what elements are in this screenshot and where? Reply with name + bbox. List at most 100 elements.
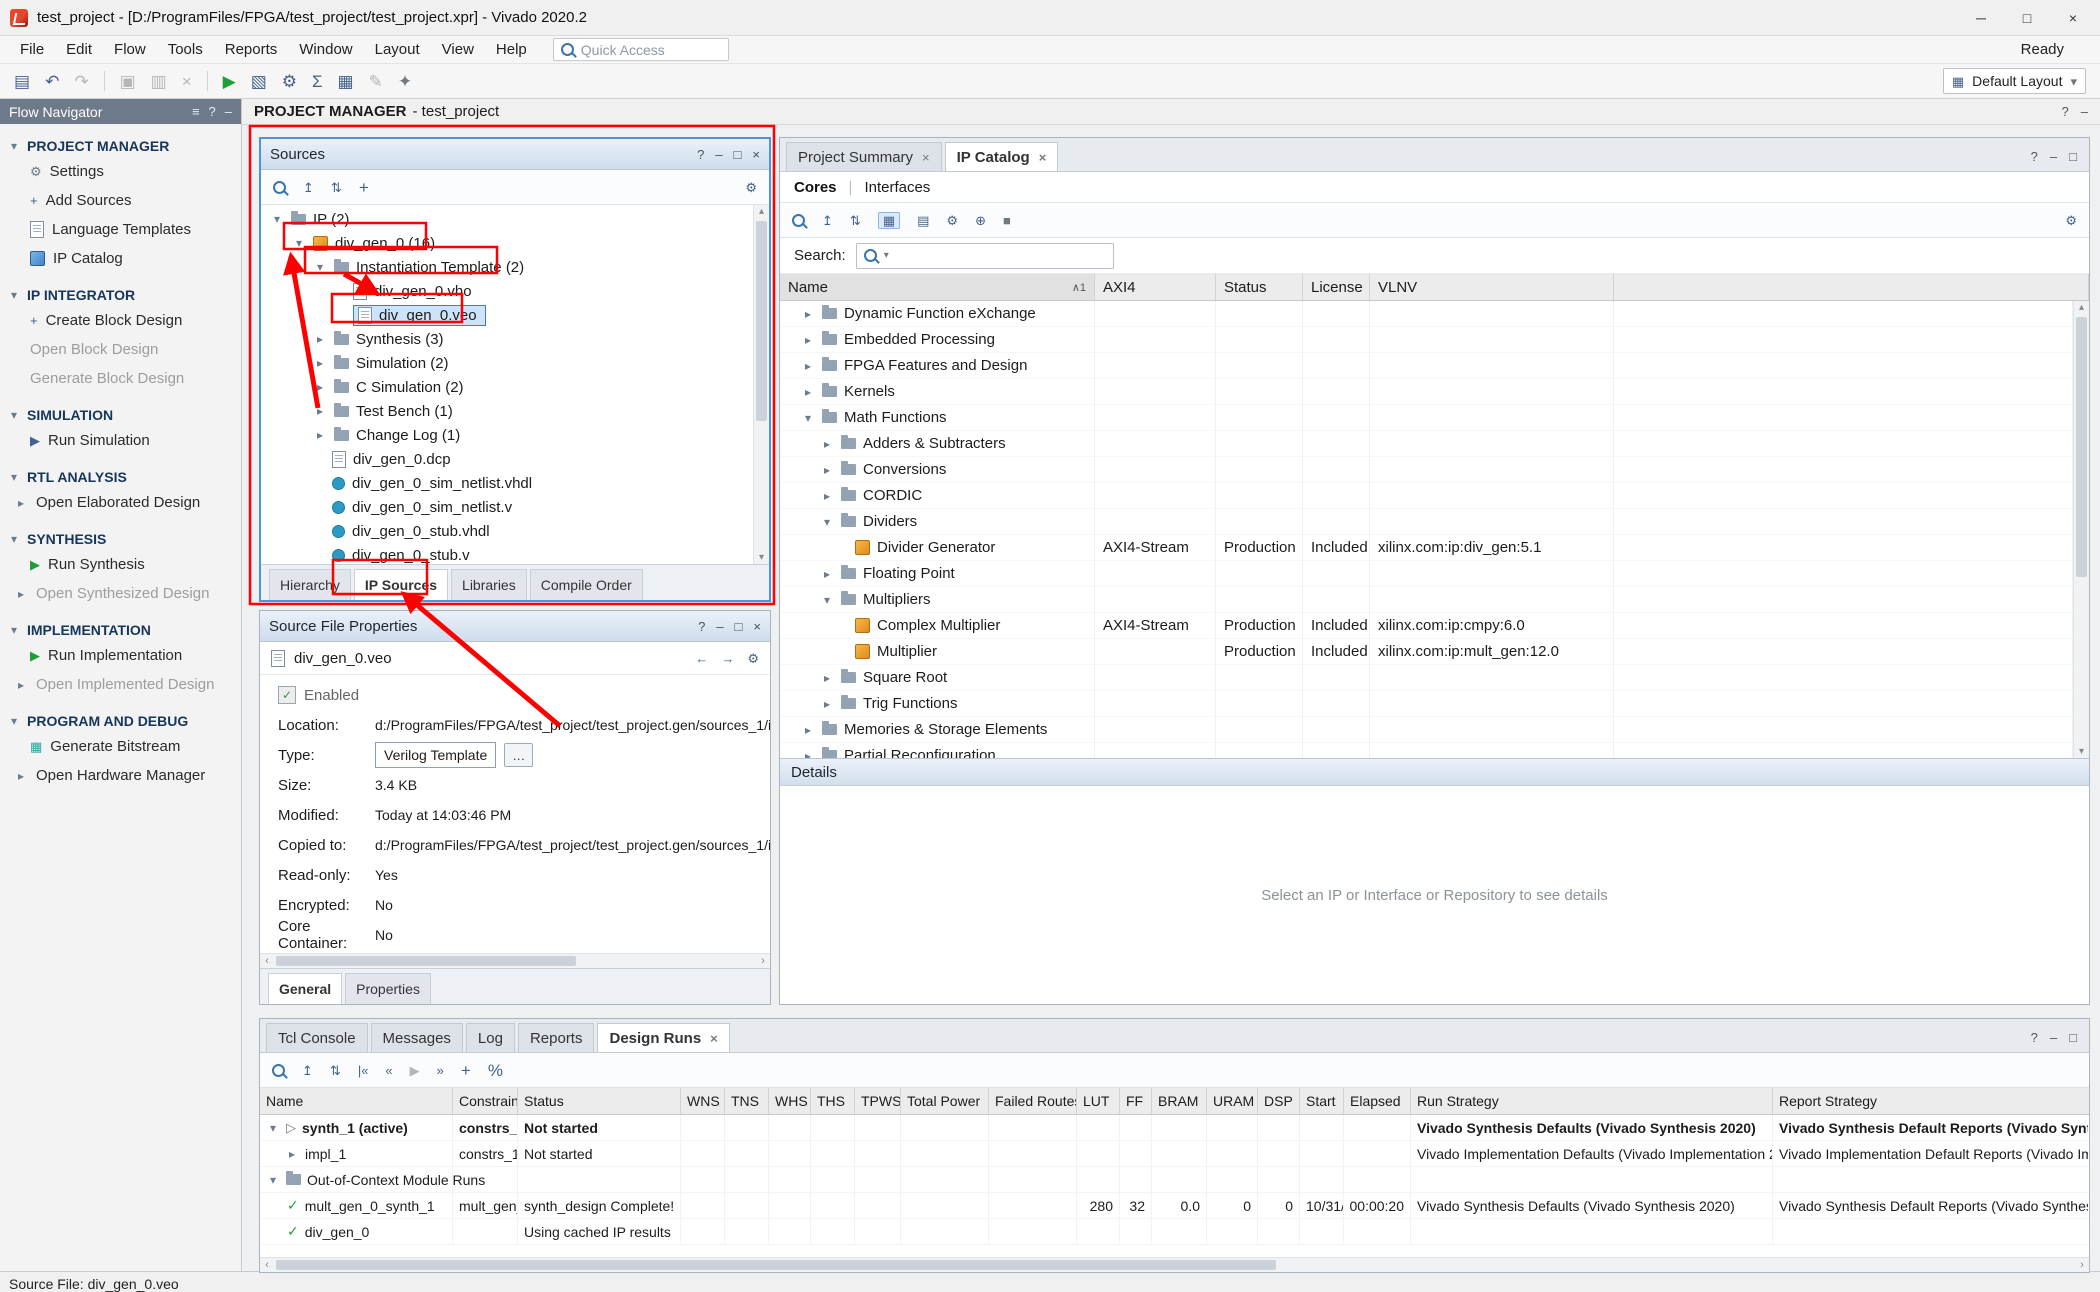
tree-item-stub-v[interactable]: div_gen_0_stub.v xyxy=(261,543,753,564)
chevron-right-icon[interactable]: ▸ xyxy=(313,356,327,370)
help-icon[interactable]: ? xyxy=(209,104,216,119)
ipc-row-multiplier[interactable]: Multiplier Production Included xilinx.co… xyxy=(780,639,2073,665)
maximize-icon[interactable]: □ xyxy=(734,147,742,162)
tree-item-synthesis[interactable]: ▸ Synthesis (3) xyxy=(261,327,753,351)
ipc-row-embedded-processing[interactable]: ▸Embedded Processing xyxy=(780,327,2073,353)
column-elapsed[interactable]: Elapsed xyxy=(1344,1088,1411,1114)
settings-icon[interactable]: ⚙ xyxy=(282,73,297,90)
run-row-impl-1[interactable]: ▸impl_1 constrs_1 Not started Vivado Imp… xyxy=(260,1141,2089,1167)
subtab-interfaces[interactable]: Interfaces xyxy=(864,179,930,196)
tab-compile-order[interactable]: Compile Order xyxy=(530,569,643,600)
horizontal-scrollbar[interactable]: ‹ › xyxy=(260,953,770,968)
ipc-row-square-root[interactable]: ▸Square Root xyxy=(780,665,2073,691)
column-lut[interactable]: LUT xyxy=(1077,1088,1120,1114)
back-icon[interactable]: ← xyxy=(695,652,708,665)
search-icon[interactable] xyxy=(272,1064,285,1077)
nav-item-run-implementation[interactable]: ▶ Run Implementation xyxy=(0,641,241,670)
column-status[interactable]: Status xyxy=(1216,274,1303,300)
ipc-row-partial-reconfiguration[interactable]: ▸Partial Reconfiguration xyxy=(780,743,2073,758)
ipc-row-fpga-features[interactable]: ▸FPGA Features and Design xyxy=(780,353,2073,379)
subtab-cores[interactable]: Cores xyxy=(794,179,837,196)
collapse-all-icon[interactable]: ↥ xyxy=(302,1064,313,1077)
minimize-icon[interactable]: – xyxy=(225,104,232,119)
scroll-down-icon[interactable]: ▾ xyxy=(2074,746,2089,757)
tab-libraries[interactable]: Libraries xyxy=(451,569,527,600)
close-icon[interactable]: × xyxy=(752,147,760,162)
column-total-power[interactable]: Total Power xyxy=(901,1088,989,1114)
float-icon[interactable]: – xyxy=(715,147,722,162)
column-constraints[interactable]: Constraints xyxy=(453,1088,518,1114)
ipc-row-trig-functions[interactable]: ▸Trig Functions xyxy=(780,691,2073,717)
ipc-row-divider-generator[interactable]: Divider Generator AXI4-Stream Production… xyxy=(780,535,2073,561)
scrollbar-thumb[interactable] xyxy=(2076,317,2087,577)
float-icon[interactable]: – xyxy=(2050,1030,2057,1045)
close-icon[interactable]: × xyxy=(922,150,930,165)
section-header[interactable]: ▾ PROJECT MANAGER xyxy=(0,135,241,157)
tree-item-div-gen-0-vho[interactable]: div_gen_0.vho xyxy=(261,279,753,303)
column-uram[interactable]: URAM xyxy=(1207,1088,1258,1114)
expand-collapse-icon[interactable]: ⇅ xyxy=(331,181,342,194)
tree-item-simulation[interactable]: ▸ Simulation (2) xyxy=(261,351,753,375)
nav-item-create-block-design[interactable]: + Create Block Design xyxy=(0,306,241,335)
tree-item-change-log[interactable]: ▸ Change Log (1) xyxy=(261,423,753,447)
menu-file[interactable]: File xyxy=(10,38,54,61)
menu-layout[interactable]: Layout xyxy=(365,38,430,61)
tree-item-div-gen-0[interactable]: ▾ div_gen_0 (16) xyxy=(261,231,753,255)
save-icon[interactable]: ▤ xyxy=(14,73,30,90)
help-icon[interactable]: ? xyxy=(698,619,705,634)
scroll-right-icon[interactable]: › xyxy=(2075,1259,2089,1271)
column-tns[interactable]: TNS xyxy=(725,1088,769,1114)
nav-item-open-synthesized-design[interactable]: ▸ Open Synthesized Design xyxy=(0,579,241,608)
chevron-right-icon[interactable]: ▸ xyxy=(313,404,327,418)
menu-tools[interactable]: Tools xyxy=(158,38,213,61)
ipc-row-conversions[interactable]: ▸Conversions xyxy=(780,457,2073,483)
chevron-right-icon[interactable]: ▸ xyxy=(801,307,815,321)
minimize-icon[interactable]: – xyxy=(2081,104,2088,119)
menu-window[interactable]: Window xyxy=(289,38,362,61)
ipc-row-dividers[interactable]: ▾Dividers xyxy=(780,509,2073,535)
create-runs-icon[interactable]: + xyxy=(461,1062,471,1079)
maximize-icon[interactable]: □ xyxy=(735,619,743,634)
scroll-down-icon[interactable]: ▾ xyxy=(754,552,769,563)
tree-item-div-gen-0-veo[interactable]: div_gen_0.veo xyxy=(261,303,753,327)
percent-icon[interactable]: % xyxy=(488,1062,503,1079)
add-repository-icon[interactable]: ⊕ xyxy=(975,214,986,227)
column-bram[interactable]: BRAM xyxy=(1152,1088,1207,1114)
scroll-right-icon[interactable]: › xyxy=(756,955,770,967)
section-header[interactable]: ▾ SYNTHESIS xyxy=(0,528,241,550)
float-icon[interactable]: – xyxy=(716,619,723,634)
tree-item-instantiation-template[interactable]: ▾ Instantiation Template (2) xyxy=(261,255,753,279)
ipc-row-cordic[interactable]: ▸CORDIC xyxy=(780,483,2073,509)
tab-hierarchy[interactable]: Hierarchy xyxy=(269,569,351,600)
chevron-right-icon[interactable]: ▸ xyxy=(313,428,327,442)
search-icon[interactable] xyxy=(792,214,805,227)
enabled-checkbox[interactable]: ✓ xyxy=(278,686,296,704)
maximize-button[interactable]: □ xyxy=(2006,4,2048,31)
layout-select[interactable]: ▦ Default Layout ▾ xyxy=(1943,68,2086,94)
tab-properties[interactable]: Properties xyxy=(345,973,431,1004)
tree-item-test-bench[interactable]: ▸ Test Bench (1) xyxy=(261,399,753,423)
chevron-right-icon[interactable]: ▸ xyxy=(820,567,834,581)
settings-gear-icon[interactable]: ⚙ xyxy=(2065,214,2077,227)
nav-item-add-sources[interactable]: + Add Sources xyxy=(0,186,241,215)
menu-edit[interactable]: Edit xyxy=(56,38,102,61)
ipc-row-multipliers[interactable]: ▾Multipliers xyxy=(780,587,2073,613)
ipc-row-floating-point[interactable]: ▸Floating Point xyxy=(780,561,2073,587)
close-button[interactable]: × xyxy=(2052,4,2094,31)
run-icon[interactable]: ▶ xyxy=(223,73,236,90)
nav-item-run-synthesis[interactable]: ▶ Run Synthesis xyxy=(0,550,241,579)
nav-item-open-implemented-design[interactable]: ▸ Open Implemented Design xyxy=(0,670,241,699)
run-row-ooc-module-runs[interactable]: ▾Out-of-Context Module Runs xyxy=(260,1167,2089,1193)
tab-reports[interactable]: Reports xyxy=(518,1023,595,1052)
minimize-button[interactable]: ─ xyxy=(1960,4,2002,31)
tree-item-sim-netlist-v[interactable]: div_gen_0_sim_netlist.v xyxy=(261,495,753,519)
run-icon[interactable]: ▶ xyxy=(410,1064,420,1077)
help-icon[interactable]: ? xyxy=(2031,149,2038,164)
steps-icon[interactable]: ▧ xyxy=(251,73,267,90)
settings-gear-icon[interactable]: ⚙ xyxy=(745,181,757,194)
delete-icon[interactable]: × xyxy=(182,73,192,90)
sources-panel-header[interactable]: Sources ? – □ × xyxy=(261,139,769,170)
search-input[interactable]: ▾ xyxy=(856,243,1114,269)
chevron-right-icon[interactable]: ▸ xyxy=(801,723,815,737)
tree-item-div-gen-0-dcp[interactable]: div_gen_0.dcp xyxy=(261,447,753,471)
